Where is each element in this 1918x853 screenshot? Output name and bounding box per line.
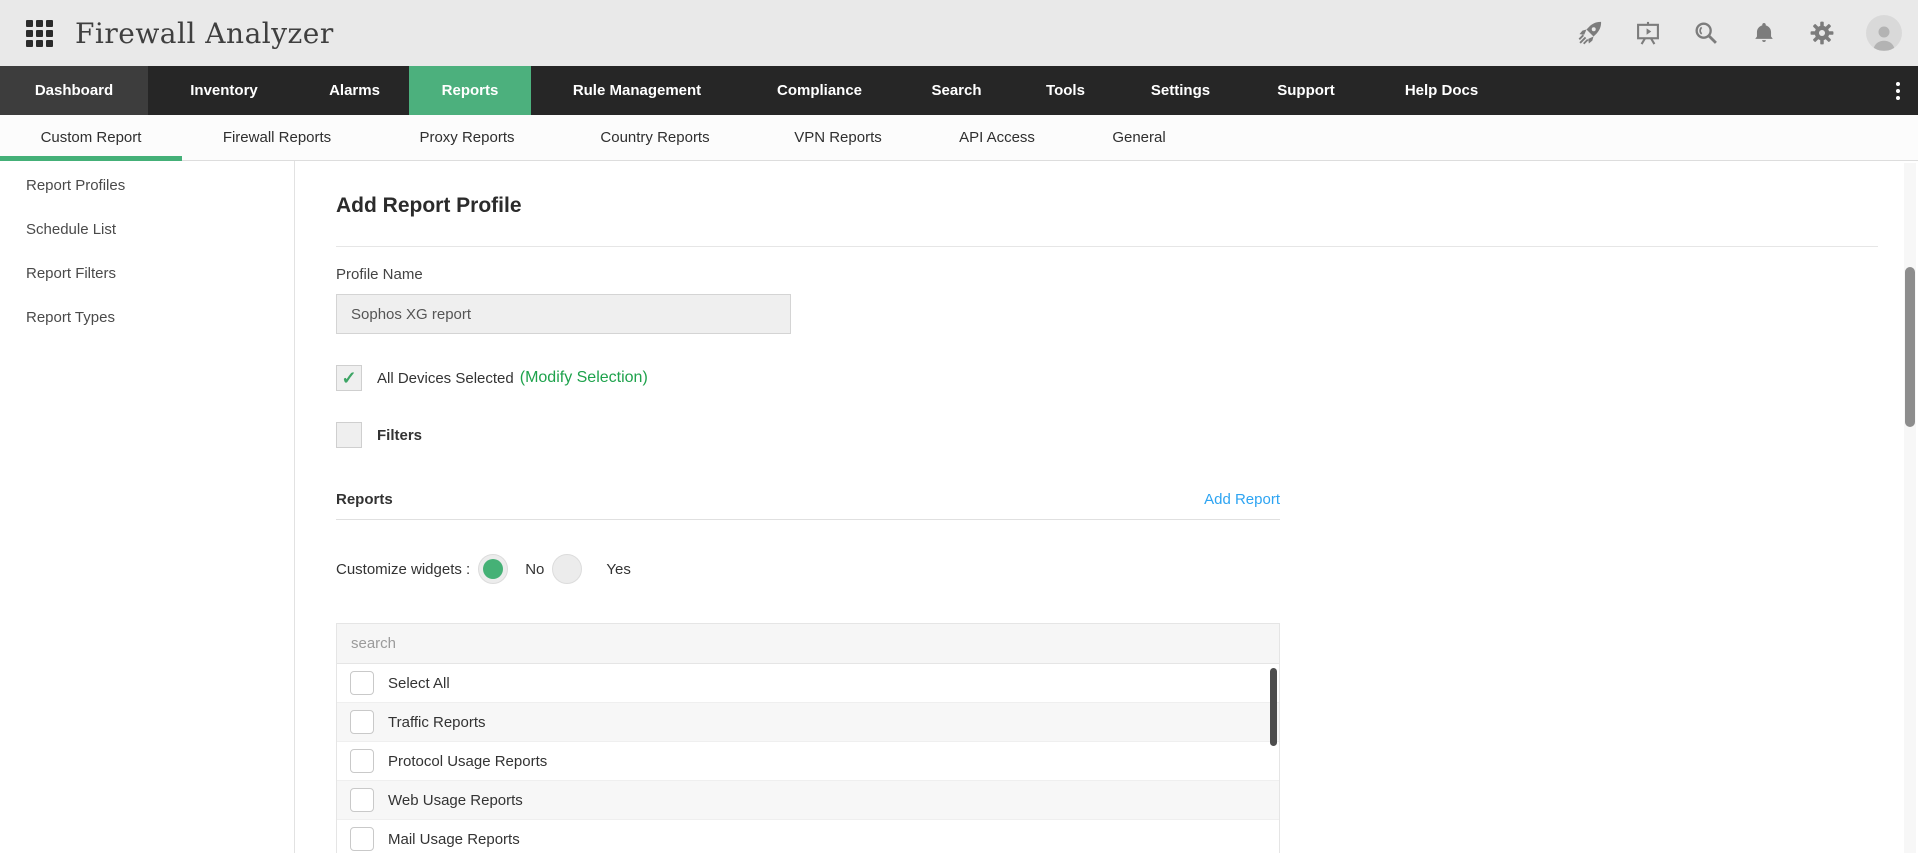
list-item-label: Select All: [388, 674, 450, 692]
nav-item-dashboard[interactable]: Dashboard: [0, 66, 148, 115]
sidebar: Report Profiles Schedule List Report Fil…: [0, 161, 295, 853]
app-title: Firewall Analyzer: [75, 16, 334, 50]
nav-item-alarms[interactable]: Alarms: [300, 66, 409, 115]
list-item-label: Traffic Reports: [388, 713, 486, 731]
tab-general[interactable]: General: [1066, 115, 1212, 160]
header-actions: [1576, 0, 1902, 66]
list-item-web-usage-reports[interactable]: Web Usage Reports: [337, 781, 1279, 820]
filters-label: Filters: [377, 426, 423, 444]
nav-item-compliance[interactable]: Compliance: [743, 66, 896, 115]
add-report-link[interactable]: Add Report: [1204, 491, 1280, 508]
user-avatar[interactable]: [1866, 15, 1902, 51]
web-usage-reports-checkbox[interactable]: [350, 788, 374, 812]
reports-section-header: Reports Add Report: [336, 491, 1280, 520]
nav-item-tools[interactable]: Tools: [1017, 66, 1114, 115]
modify-selection-link[interactable]: (Modify Selection): [520, 369, 648, 387]
list-item-label: Mail Usage Reports: [388, 830, 520, 848]
report-types-listbox: Select All Traffic Reports Protocol Usag…: [336, 623, 1280, 853]
app-launcher-icon[interactable]: [26, 19, 53, 47]
tab-vpn-reports[interactable]: VPN Reports: [748, 115, 928, 160]
notifications-bell-icon[interactable]: [1750, 19, 1778, 47]
nav-item-search[interactable]: Search: [896, 66, 1017, 115]
reports-section-title: Reports: [336, 491, 393, 508]
list-item-mail-usage-reports[interactable]: Mail Usage Reports: [337, 820, 1279, 853]
tab-country-reports[interactable]: Country Reports: [562, 115, 748, 160]
tab-firewall-reports[interactable]: Firewall Reports: [182, 115, 372, 160]
customize-no-radio[interactable]: [478, 554, 509, 584]
protocol-usage-reports-checkbox[interactable]: [350, 749, 374, 773]
nav-overflow-menu-icon[interactable]: [1888, 66, 1908, 115]
sidebar-item-report-profiles[interactable]: Report Profiles: [0, 163, 294, 207]
nav-item-reports[interactable]: Reports: [409, 66, 531, 115]
tab-custom-report[interactable]: Custom Report: [0, 115, 182, 161]
tab-proxy-reports[interactable]: Proxy Reports: [372, 115, 562, 160]
getting-started-rocket-icon[interactable]: [1576, 19, 1604, 47]
title-divider: [336, 246, 1878, 247]
settings-gear-icon[interactable]: [1808, 19, 1836, 47]
select-all-checkbox[interactable]: [350, 671, 374, 695]
page-scrollbar-thumb[interactable]: [1905, 267, 1915, 427]
nav-item-settings[interactable]: Settings: [1114, 66, 1247, 115]
search-icon[interactable]: [1692, 19, 1720, 47]
nav-item-support[interactable]: Support: [1247, 66, 1365, 115]
list-item-protocol-usage-reports[interactable]: Protocol Usage Reports: [337, 742, 1279, 781]
profile-name-input[interactable]: [336, 294, 791, 334]
list-item-label: Protocol Usage Reports: [388, 752, 548, 770]
all-devices-label: All Devices Selected: [377, 369, 514, 387]
app-header: Firewall Analyzer: [0, 0, 1918, 66]
profile-name-label: Profile Name: [336, 266, 423, 283]
reports-subnav: Custom Report Firewall Reports Proxy Rep…: [0, 115, 1918, 161]
report-search-row: [337, 624, 1279, 664]
nav-item-inventory[interactable]: Inventory: [148, 66, 300, 115]
sidebar-item-schedule-list[interactable]: Schedule List: [0, 207, 294, 251]
main-nav: Dashboard Inventory Alarms Reports Rule …: [0, 66, 1918, 115]
checkmark-icon: ✓: [341, 368, 357, 388]
nav-item-help-docs[interactable]: Help Docs: [1365, 66, 1518, 115]
customize-yes-radio[interactable]: [552, 554, 583, 584]
page-title: Add Report Profile: [336, 194, 522, 217]
list-item-label: Web Usage Reports: [388, 791, 523, 809]
customize-yes-label: Yes: [606, 560, 631, 578]
sidebar-item-report-types[interactable]: Report Types: [0, 295, 294, 339]
report-search-input[interactable]: [337, 624, 1279, 663]
traffic-reports-checkbox[interactable]: [350, 710, 374, 734]
all-devices-checkbox[interactable]: ✓: [336, 365, 362, 391]
list-item-traffic-reports[interactable]: Traffic Reports: [337, 703, 1279, 742]
tab-api-access[interactable]: API Access: [928, 115, 1066, 160]
customize-widgets-label: Customize widgets :: [336, 560, 471, 578]
filters-checkbox[interactable]: [336, 422, 362, 448]
demo-presentation-icon[interactable]: [1634, 19, 1662, 47]
main-content: Add Report Profile Profile Name ✓ All De…: [296, 161, 1918, 853]
filters-row: Filters: [336, 422, 1918, 448]
all-devices-row: ✓ All Devices Selected (Modify Selection…: [336, 363, 1918, 393]
list-item-select-all[interactable]: Select All: [337, 664, 1279, 703]
sidebar-item-report-filters[interactable]: Report Filters: [0, 251, 294, 295]
nav-item-rule-management[interactable]: Rule Management: [531, 66, 743, 115]
list-scrollbar-thumb[interactable]: [1270, 668, 1277, 746]
customize-no-label: No: [525, 560, 545, 578]
mail-usage-reports-checkbox[interactable]: [350, 827, 374, 851]
customize-widgets-row: Customize widgets : No Yes: [336, 554, 1918, 584]
